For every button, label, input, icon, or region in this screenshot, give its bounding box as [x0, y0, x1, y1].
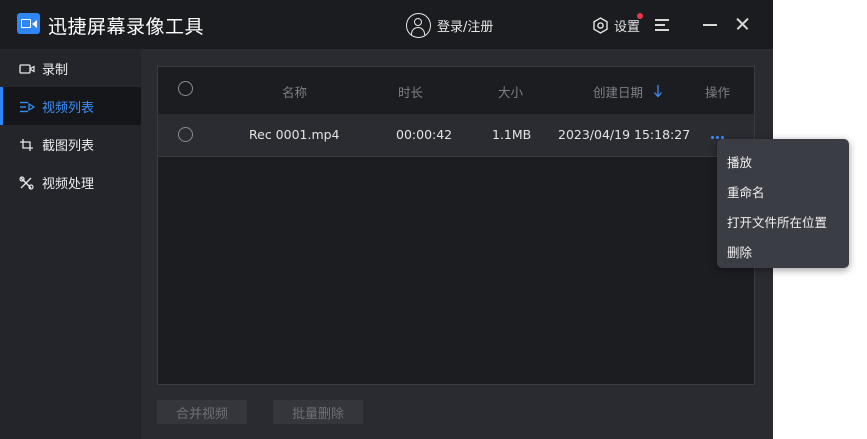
column-header-duration: 时长	[398, 85, 424, 100]
sidebar-item-label: 视频处理	[42, 177, 95, 192]
menu-item-delete[interactable]: 删除	[727, 242, 752, 261]
app-logo-icon	[17, 13, 40, 34]
column-header-name: 名称	[282, 85, 308, 100]
sort-down-icon[interactable]	[653, 83, 663, 98]
sidebar: 录制 视频列表 截图列表 视频处理	[0, 49, 141, 439]
title-bar: 迅捷屏幕录像工具 登录/注册 设置	[0, 0, 773, 49]
screenshot-icon	[19, 137, 35, 151]
cell-size: 1.1MB	[492, 127, 532, 142]
menu-item-rename[interactable]: 重命名	[727, 182, 765, 201]
row-checkbox[interactable]	[178, 127, 193, 142]
sidebar-item-video-list[interactable]: 视频列表	[0, 87, 141, 125]
sidebar-item-screenshot-list[interactable]: 截图列表	[0, 125, 141, 163]
video-table: 名称 时长 大小 创建日期 操作 Rec 0001.mp4 00:00:42 1…	[157, 66, 755, 385]
cell-name: Rec 0001.mp4	[249, 127, 340, 142]
minimize-icon[interactable]	[702, 16, 718, 32]
sidebar-item-label: 截图列表	[42, 139, 95, 154]
sidebar-item-label: 视频列表	[42, 101, 95, 116]
gear-icon	[592, 16, 609, 34]
menu-icon[interactable]	[655, 17, 669, 31]
sidebar-item-video-processing[interactable]: 视频处理	[0, 163, 141, 201]
table-header: 名称 时长 大小 创建日期 操作	[158, 67, 754, 113]
camera-icon	[19, 61, 35, 75]
column-header-created[interactable]: 创建日期	[593, 82, 643, 101]
table-row[interactable]: Rec 0001.mp4 00:00:42 1.1MB 2023/04/19 1…	[158, 114, 754, 157]
sidebar-item-record[interactable]: 录制	[0, 49, 141, 87]
sidebar-item-label: 录制	[42, 63, 69, 78]
login-button[interactable]: 登录/注册	[406, 12, 493, 38]
context-menu: 播放 重命名 打开文件所在位置 删除	[717, 139, 849, 268]
login-label: 登录/注册	[437, 19, 494, 35]
tools-icon	[19, 175, 35, 190]
app-title: 迅捷屏幕录像工具	[48, 16, 205, 38]
menu-item-open-folder[interactable]: 打开文件所在位置	[727, 212, 827, 231]
column-header-size: 大小	[498, 85, 524, 100]
user-icon	[406, 12, 431, 38]
cell-duration: 00:00:42	[396, 127, 453, 142]
select-all-checkbox[interactable]	[178, 81, 193, 96]
batch-delete-button[interactable]: 批量删除	[273, 400, 363, 424]
settings-label: 设置	[614, 19, 641, 35]
merge-videos-button[interactable]: 合并视频	[157, 400, 247, 424]
menu-item-play[interactable]: 播放	[727, 152, 752, 171]
list-icon	[19, 99, 36, 113]
notification-dot	[637, 13, 643, 19]
app-window: 迅捷屏幕录像工具 登录/注册 设置 录制 视频列表 截图列表 视频处理 名称 时…	[0, 0, 773, 439]
close-icon[interactable]	[734, 16, 750, 32]
cell-created: 2023/04/19 15:18:27	[558, 127, 691, 142]
column-header-actions: 操作	[705, 85, 731, 100]
settings-button[interactable]: 设置	[592, 14, 640, 36]
